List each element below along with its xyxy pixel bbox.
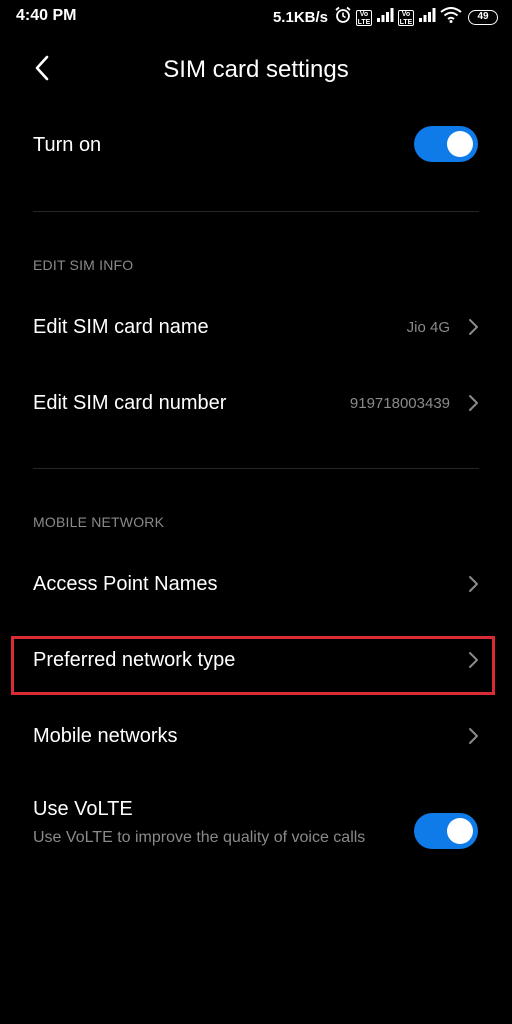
- status-time: 4:40 PM: [16, 7, 77, 24]
- divider: [33, 211, 479, 212]
- chevron-right-icon: [466, 318, 480, 341]
- battery-indicator: 49: [468, 10, 498, 25]
- use-volte-description: Use VoLTE to improve the quality of voic…: [33, 829, 366, 846]
- highlight-box: [11, 636, 495, 695]
- toggle-knob: [447, 131, 473, 157]
- signal-icon-2: [418, 7, 436, 28]
- mobile-networks-row[interactable]: Mobile networks: [0, 707, 512, 765]
- edit-sim-card-name-row[interactable]: Edit SIM card name Jio 4G: [0, 298, 512, 356]
- turn-on-toggle[interactable]: [414, 126, 478, 162]
- edit-sim-card-number-row[interactable]: Edit SIM card number 919718003439: [0, 374, 512, 432]
- wifi-icon: [440, 7, 462, 28]
- volte-badge-2: Vo LTE: [398, 9, 414, 26]
- divider: [33, 468, 479, 469]
- status-bar: 4:40 PM 5.1KB/s Vo LTE Vo LTE 49: [0, 0, 512, 34]
- chevron-right-icon: [466, 394, 480, 417]
- chevron-right-icon: [466, 575, 480, 598]
- page-title: SIM card settings: [163, 56, 349, 83]
- alarm-icon: [334, 6, 352, 29]
- turn-on-label: Turn on: [33, 134, 102, 156]
- access-point-names-label: Access Point Names: [33, 573, 218, 595]
- turn-on-row[interactable]: Turn on: [0, 112, 512, 178]
- network-speed: 5.1KB/s: [272, 9, 328, 26]
- mobile-networks-label: Mobile networks: [33, 725, 178, 747]
- sim-card-number-value: 919718003439: [349, 395, 450, 412]
- use-volte-label: Use VoLTE: [33, 798, 133, 820]
- status-icons: 5.1KB/s Vo LTE Vo LTE 49: [273, 6, 498, 29]
- access-point-names-row[interactable]: Access Point Names: [0, 555, 512, 613]
- section-header-mobile-network: MOBILE NETWORK: [33, 514, 165, 530]
- section-header-edit-sim-info: EDIT SIM INFO: [33, 257, 134, 273]
- use-volte-toggle[interactable]: [414, 813, 478, 849]
- volte-badge-1: Vo LTE: [356, 9, 372, 26]
- edit-sim-card-name-label: Edit SIM card name: [33, 316, 209, 338]
- chevron-right-icon: [466, 727, 480, 750]
- signal-icon-1: [376, 7, 394, 28]
- sim-card-name-value: Jio 4G: [406, 319, 450, 336]
- edit-sim-card-number-label: Edit SIM card number: [33, 392, 227, 414]
- toggle-knob: [447, 818, 473, 844]
